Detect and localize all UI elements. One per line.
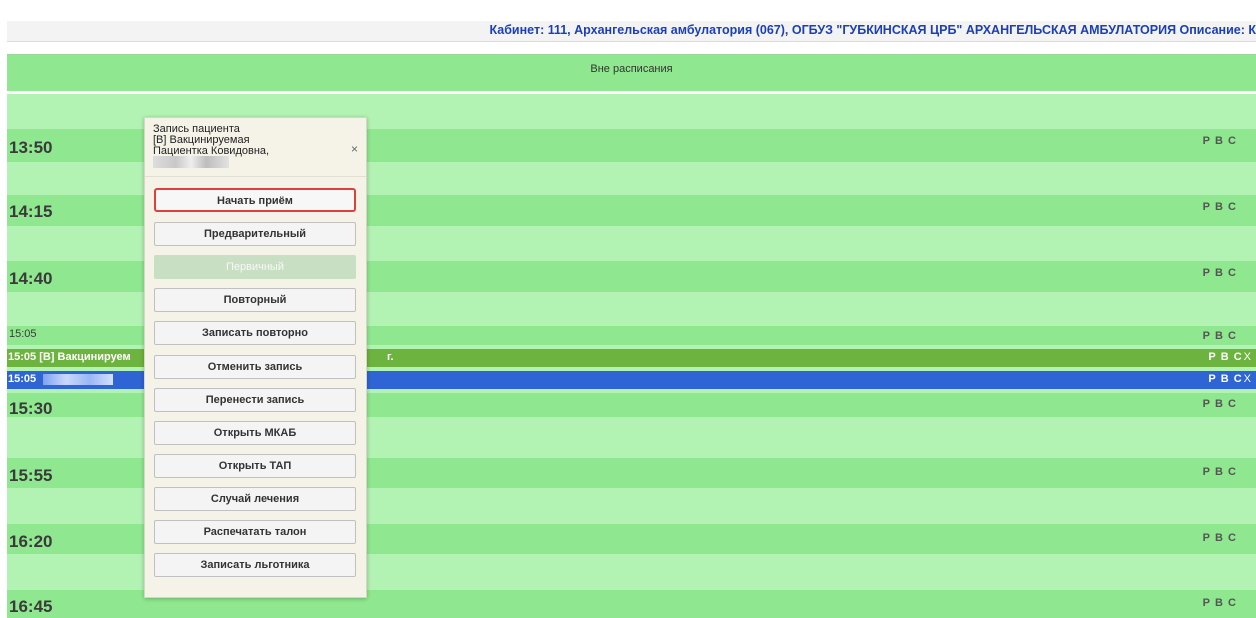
blurred-patient-details — [153, 156, 229, 168]
treatment-case-button[interactable]: Случай лечения — [154, 487, 356, 511]
popup-divider — [145, 176, 366, 177]
move-record-button[interactable]: Перенести запись — [154, 388, 356, 412]
slot-time: 15:55 — [9, 466, 53, 485]
preliminary-button[interactable]: Предварительный — [154, 222, 356, 246]
slot-rvs-links[interactable]: Р В С — [1203, 267, 1237, 279]
record-again-button[interactable]: Записать повторно — [154, 321, 356, 345]
primary-button: Первичный — [154, 255, 356, 279]
repeat-button[interactable]: Повторный — [154, 288, 356, 312]
slot-rvs-links[interactable]: Р В С — [1203, 201, 1237, 213]
close-icon[interactable]: X — [1244, 351, 1252, 363]
popup-title: Запись пациента [В] Вакцинируемая Пациен… — [153, 124, 343, 157]
slot-time: 14:40 — [9, 269, 53, 288]
unscheduled-row[interactable]: Вне расписания — [7, 54, 1256, 91]
cabinet-header-text: Кабинет: 111, Архангельская амбулатория … — [489, 23, 1256, 37]
close-icon[interactable]: × — [351, 142, 358, 156]
appointment-rvs-links[interactable]: Р В СX — [1208, 351, 1252, 363]
appointment-rvs-text[interactable]: Р В С — [1208, 351, 1242, 363]
open-mkab-button[interactable]: Открыть МКАБ — [154, 421, 356, 445]
slot-rvs-links[interactable]: Р В С — [1203, 597, 1237, 609]
slot-rvs-links[interactable]: Р В С — [1203, 135, 1237, 147]
appointment-tail: г. — [387, 351, 394, 363]
patient-record-popup: Запись пациента [В] Вакцинируемая Пациен… — [144, 117, 367, 598]
print-ticket-button[interactable]: Распечатать талон — [154, 520, 356, 544]
blurred-patient-name — [43, 373, 114, 385]
slot-time: 16:45 — [9, 597, 53, 616]
slot-time: 16:20 — [9, 532, 53, 551]
slot-time: 15:30 — [9, 399, 53, 418]
slot-rvs-links[interactable]: Р В С — [1203, 330, 1237, 342]
record-beneficiary-button[interactable]: Записать льготника — [154, 553, 356, 577]
slot-time: 13:50 — [9, 138, 53, 157]
open-tap-button[interactable]: Открыть ТАП — [154, 454, 356, 478]
close-icon[interactable]: X — [1244, 373, 1252, 385]
slot-rvs-links[interactable]: Р В С — [1203, 398, 1237, 410]
appointment-rvs-text[interactable]: Р В С — [1208, 373, 1242, 385]
start-appointment-button[interactable]: Начать приём — [154, 188, 356, 212]
unscheduled-label: Вне расписания — [590, 63, 673, 75]
appointment-rvs-links[interactable]: Р В СX — [1208, 373, 1252, 385]
slot-rvs-links[interactable]: Р В С — [1203, 532, 1237, 544]
slot-rvs-links[interactable]: Р В С — [1203, 466, 1237, 478]
appointment-label: 15:05 [В] Вакцинируем — [8, 351, 131, 363]
appointment-label: 15:05 — [8, 373, 114, 385]
appointment-time: 15:05 — [8, 373, 37, 385]
slot-time: 14:15 — [9, 202, 53, 221]
cabinet-header: Кабинет: 111, Архангельская амбулатория … — [7, 21, 1256, 42]
slot-time: 15:05 — [9, 328, 37, 340]
cancel-record-button[interactable]: Отменить запись — [154, 355, 356, 379]
